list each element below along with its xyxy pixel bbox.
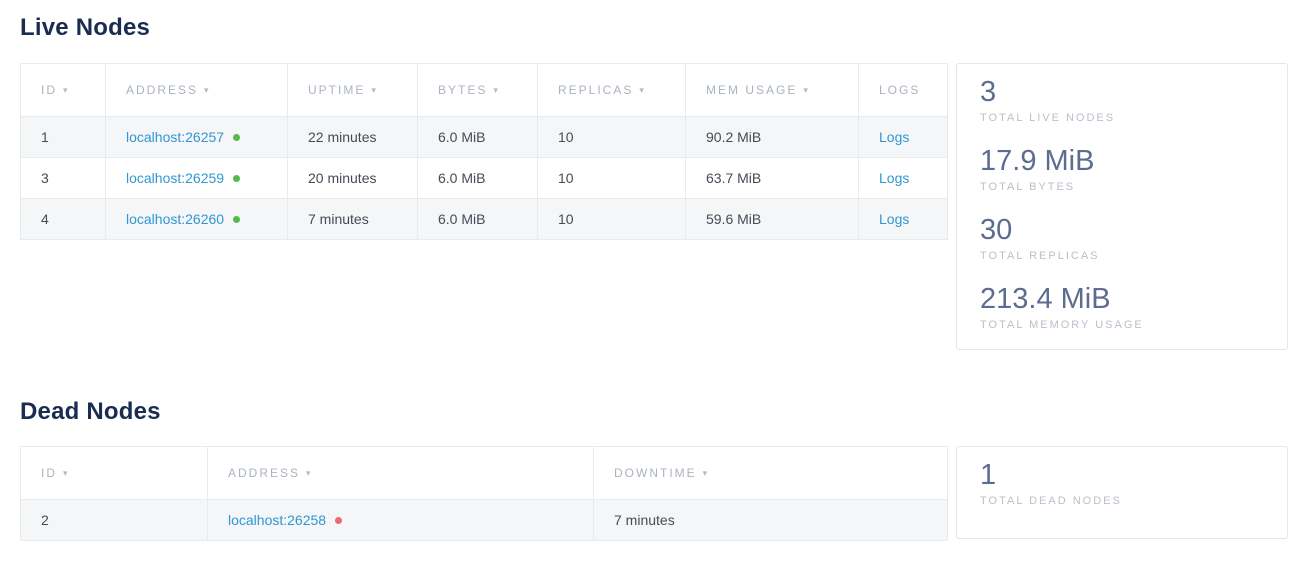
cell-address: localhost:26258 bbox=[208, 500, 594, 541]
cell-node-id: 1 bbox=[21, 117, 106, 158]
dead-status-icon bbox=[335, 517, 342, 524]
dead-summary-card: 1 TOTAL DEAD NODES bbox=[956, 446, 1288, 539]
sort-arrow-icon: ▾ bbox=[493, 85, 500, 95]
summary-stat: 213.4 MiB TOTAL MEMORY USAGE bbox=[980, 283, 1269, 332]
cell-node-id: 3 bbox=[21, 158, 106, 199]
column-header-label: REPLICAS bbox=[558, 83, 633, 97]
live-nodes-table: ID ▾ ADDRESS ▾ UPTIME ▾ BYTES ▾ REPLICAS ▾ ME… bbox=[20, 63, 948, 240]
cell-uptime: 7 minutes bbox=[288, 199, 418, 240]
cell-node-id: 2 bbox=[21, 500, 208, 541]
summary-stat: 3 TOTAL LIVE NODES bbox=[980, 76, 1269, 125]
column-header-address[interactable]: ADDRESS ▾ bbox=[106, 64, 288, 117]
live-summary-card: 3 TOTAL LIVE NODES 17.9 MiB TOTAL BYTES … bbox=[956, 63, 1288, 350]
stat-value: 3 bbox=[980, 76, 1269, 109]
live-status-icon bbox=[233, 134, 240, 141]
sort-arrow-icon: ▾ bbox=[703, 468, 710, 478]
stat-label: TOTAL REPLICAS bbox=[980, 250, 1269, 263]
column-header-label: LOGS bbox=[879, 83, 920, 97]
cell-replicas: 10 bbox=[538, 117, 686, 158]
cell-replicas: 10 bbox=[538, 158, 686, 199]
cell-uptime: 22 minutes bbox=[288, 117, 418, 158]
column-header-id[interactable]: ID ▾ bbox=[21, 64, 106, 117]
cell-address: localhost:26260 bbox=[106, 199, 288, 240]
dead-nodes-table: ID ▾ ADDRESS ▾ DOWNTIME ▾ 2 localhost:26258… bbox=[20, 446, 948, 541]
stat-label: TOTAL BYTES bbox=[980, 181, 1269, 194]
sort-arrow-icon: ▾ bbox=[63, 468, 70, 478]
table-row: 4 localhost:26260 7 minutes 6.0 MiB 10 5… bbox=[21, 199, 948, 240]
live-status-icon bbox=[233, 216, 240, 223]
live-nodes-title: Live Nodes bbox=[20, 14, 1288, 42]
column-header-replicas[interactable]: REPLICAS ▾ bbox=[538, 64, 686, 117]
column-header-mem-usage[interactable]: MEM USAGE ▾ bbox=[686, 64, 859, 117]
cell-address: localhost:26257 bbox=[106, 117, 288, 158]
stat-value: 213.4 MiB bbox=[980, 283, 1269, 316]
cell-logs: Logs bbox=[859, 117, 948, 158]
column-header-uptime[interactable]: UPTIME ▾ bbox=[288, 64, 418, 117]
address-link[interactable]: localhost:26258 bbox=[228, 512, 326, 528]
column-header-address[interactable]: ADDRESS ▾ bbox=[208, 447, 594, 500]
sort-arrow-icon: ▾ bbox=[63, 85, 70, 95]
column-header-id[interactable]: ID ▾ bbox=[21, 447, 208, 500]
cell-mem-usage: 63.7 MiB bbox=[686, 158, 859, 199]
column-header-label: ID bbox=[41, 466, 57, 480]
address-link[interactable]: localhost:26260 bbox=[126, 211, 224, 227]
dead-nodes-title: Dead Nodes bbox=[20, 398, 1288, 426]
cell-address: localhost:26259 bbox=[106, 158, 288, 199]
logs-link[interactable]: Logs bbox=[879, 170, 909, 186]
cell-logs: Logs bbox=[859, 199, 948, 240]
live-table-header-row: ID ▾ ADDRESS ▾ UPTIME ▾ BYTES ▾ REPLICAS ▾ ME… bbox=[21, 64, 948, 117]
cell-logs: Logs bbox=[859, 158, 948, 199]
cell-uptime: 20 minutes bbox=[288, 158, 418, 199]
column-header-downtime[interactable]: DOWNTIME ▾ bbox=[594, 447, 948, 500]
column-header-label: ADDRESS bbox=[228, 466, 300, 480]
sort-arrow-icon: ▾ bbox=[306, 468, 313, 478]
column-header-label: UPTIME bbox=[308, 83, 365, 97]
cell-mem-usage: 90.2 MiB bbox=[686, 117, 859, 158]
cell-mem-usage: 59.6 MiB bbox=[686, 199, 859, 240]
column-header-logs: LOGS bbox=[859, 64, 948, 117]
summary-stat: 30 TOTAL REPLICAS bbox=[980, 214, 1269, 263]
live-nodes-section: ID ▾ ADDRESS ▾ UPTIME ▾ BYTES ▾ REPLICAS ▾ ME… bbox=[20, 63, 1288, 350]
stat-value: 1 bbox=[980, 459, 1269, 492]
sort-arrow-icon: ▾ bbox=[803, 85, 810, 95]
cell-bytes: 6.0 MiB bbox=[418, 117, 538, 158]
sort-arrow-icon: ▾ bbox=[639, 85, 646, 95]
column-header-bytes[interactable]: BYTES ▾ bbox=[418, 64, 538, 117]
summary-stat: 17.9 MiB TOTAL BYTES bbox=[980, 145, 1269, 194]
stat-value: 17.9 MiB bbox=[980, 145, 1269, 178]
cluster-nodes-page: Live Nodes ID ▾ ADDRESS ▾ UPTIME ▾ BYTES ▾ R… bbox=[0, 14, 1294, 541]
dead-table-header-row: ID ▾ ADDRESS ▾ DOWNTIME ▾ bbox=[21, 447, 948, 500]
table-row: 1 localhost:26257 22 minutes 6.0 MiB 10 … bbox=[21, 117, 948, 158]
cell-bytes: 6.0 MiB bbox=[418, 199, 538, 240]
column-header-label: DOWNTIME bbox=[614, 466, 697, 480]
table-row: 2 localhost:26258 7 minutes bbox=[21, 500, 948, 541]
sort-arrow-icon: ▾ bbox=[204, 85, 211, 95]
logs-link[interactable]: Logs bbox=[879, 129, 909, 145]
live-status-icon bbox=[233, 175, 240, 182]
column-header-label: MEM USAGE bbox=[706, 83, 797, 97]
stat-label: TOTAL MEMORY USAGE bbox=[980, 319, 1269, 332]
column-header-label: ID bbox=[41, 83, 57, 97]
address-link[interactable]: localhost:26259 bbox=[126, 170, 224, 186]
dead-nodes-section: ID ▾ ADDRESS ▾ DOWNTIME ▾ 2 localhost:26258… bbox=[20, 446, 1288, 541]
summary-stat: 1 TOTAL DEAD NODES bbox=[980, 459, 1269, 508]
stat-label: TOTAL LIVE NODES bbox=[980, 112, 1269, 125]
column-header-label: ADDRESS bbox=[126, 83, 198, 97]
cell-node-id: 4 bbox=[21, 199, 106, 240]
stat-value: 30 bbox=[980, 214, 1269, 247]
table-row: 3 localhost:26259 20 minutes 6.0 MiB 10 … bbox=[21, 158, 948, 199]
sort-arrow-icon: ▾ bbox=[371, 85, 378, 95]
cell-downtime: 7 minutes bbox=[594, 500, 948, 541]
stat-label: TOTAL DEAD NODES bbox=[980, 495, 1269, 508]
address-link[interactable]: localhost:26257 bbox=[126, 129, 224, 145]
cell-bytes: 6.0 MiB bbox=[418, 158, 538, 199]
cell-replicas: 10 bbox=[538, 199, 686, 240]
logs-link[interactable]: Logs bbox=[879, 211, 909, 227]
column-header-label: BYTES bbox=[438, 83, 487, 97]
